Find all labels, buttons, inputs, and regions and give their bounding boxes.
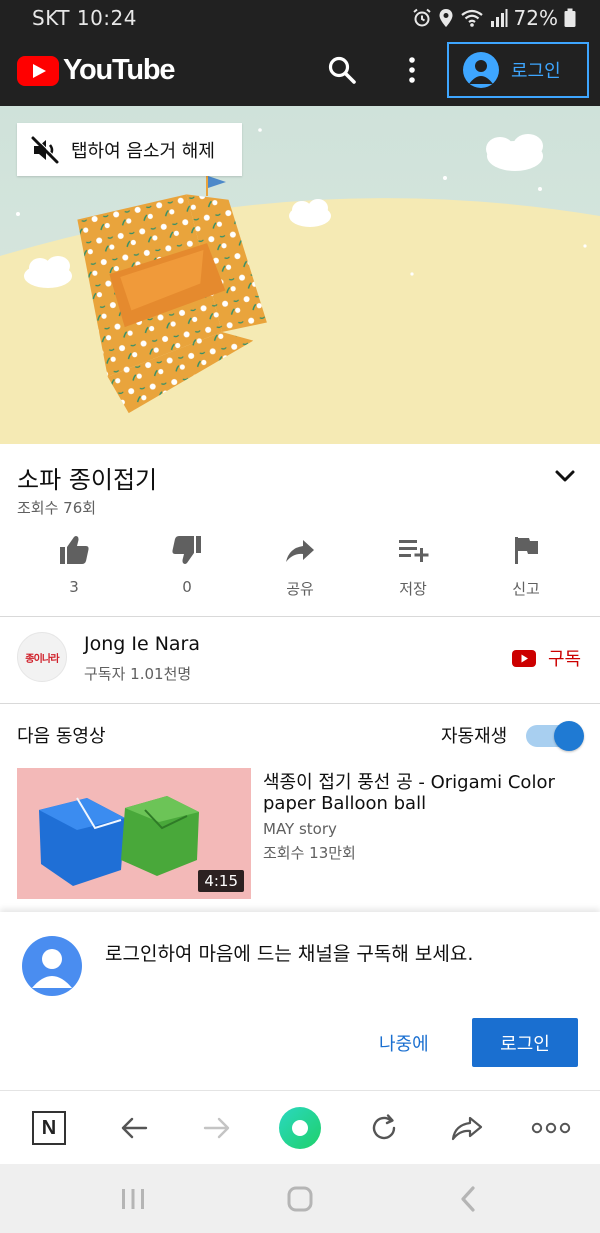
- back-button[interactable]: [116, 1110, 152, 1146]
- up-next-heading: 다음 동영상: [17, 726, 106, 747]
- tap-to-unmute-button[interactable]: 탭하여 음소거 해제: [17, 123, 242, 176]
- header-login-button[interactable]: 로그인: [447, 42, 589, 98]
- video-title: 소파 종이접기: [17, 466, 158, 494]
- next-video-channel: MAY story: [263, 820, 337, 838]
- channel-avatar[interactable]: 종이나라: [17, 632, 67, 682]
- next-video-thumbnail[interactable]: 4:15: [17, 768, 251, 899]
- status-bar: SKT 10:24 72%: [0, 0, 600, 36]
- more-options-button[interactable]: [400, 54, 424, 86]
- youtube-logo[interactable]: YouTube: [17, 54, 176, 87]
- android-navigation-bar: [0, 1164, 600, 1233]
- subscriber-count: 구독자 1.01천명: [84, 665, 192, 683]
- view-count: 조회수 76회: [17, 499, 97, 517]
- signin-message: 로그인하여 마음에 드는 채널을 구독해 보세요.: [105, 943, 474, 965]
- youtube-logo-text: YouTube: [63, 54, 176, 86]
- battery-percent: 72%: [513, 6, 558, 30]
- flag-icon: [515, 537, 538, 564]
- back-arrow-icon: [121, 1117, 148, 1139]
- thumb-down-icon: [172, 536, 201, 564]
- signin-prompt: 로그인하여 마음에 드는 채널을 구독해 보세요. 나중에 로그인: [0, 912, 600, 1090]
- recent-apps-icon: [122, 1189, 144, 1209]
- carrier-name: SKT: [32, 6, 70, 30]
- green-dot-icon: [279, 1107, 321, 1149]
- back-icon: [461, 1186, 475, 1212]
- search-button[interactable]: [326, 54, 358, 86]
- wifi-icon: [460, 9, 483, 27]
- status-icons: 72%: [412, 6, 576, 30]
- naver-home-button[interactable]: N: [31, 1110, 67, 1146]
- subscribe-button[interactable]: 구독: [512, 645, 581, 671]
- browser-toolbar: N: [0, 1090, 600, 1164]
- more-menu-button[interactable]: [531, 1110, 571, 1146]
- account-icon: [22, 936, 82, 996]
- more-vert-icon: [409, 57, 415, 83]
- next-video-views: 조회수 13만회: [263, 844, 356, 862]
- divider: [0, 616, 600, 617]
- location-icon: [439, 9, 453, 27]
- home-button[interactable]: [280, 1184, 320, 1214]
- like-button[interactable]: 3: [17, 532, 131, 596]
- next-video-title-line1[interactable]: 색종이 접기 풍선 공 - Origami Color: [263, 768, 555, 794]
- search-icon: [328, 56, 356, 84]
- battery-icon: [564, 8, 576, 27]
- save-button[interactable]: 저장: [356, 532, 470, 599]
- video-player[interactable]: 탭하여 음소거 해제: [0, 106, 600, 444]
- share-page-button[interactable]: [449, 1110, 485, 1146]
- naver-n-icon: N: [32, 1111, 66, 1145]
- report-label: 신고: [512, 580, 540, 598]
- chevron-down-icon[interactable]: [554, 468, 576, 484]
- green-dot-button[interactable]: [278, 1106, 322, 1150]
- report-button[interactable]: 신고: [469, 532, 583, 599]
- recent-apps-button[interactable]: [113, 1184, 153, 1214]
- youtube-header: YouTube 로그인: [0, 36, 600, 106]
- playlist-add-icon: [399, 540, 429, 562]
- later-button[interactable]: 나중에: [379, 1030, 429, 1056]
- toggle-thumb: [554, 721, 584, 751]
- share-icon: [286, 540, 314, 562]
- autoplay-toggle[interactable]: [524, 721, 584, 751]
- save-label: 저장: [399, 580, 427, 598]
- channel-avatar-logo: 종이나라: [25, 653, 59, 665]
- like-count: 3: [69, 578, 79, 596]
- share-button[interactable]: 공유: [243, 532, 357, 599]
- thumb-up-icon: [60, 536, 89, 564]
- share-arrow-icon: [451, 1116, 483, 1141]
- subscribe-label: 구독: [548, 649, 582, 670]
- channel-name[interactable]: Jong Ie Nara: [84, 633, 200, 655]
- signal-icon: [490, 9, 508, 27]
- volume-off-icon: [31, 135, 59, 163]
- divider: [0, 703, 600, 704]
- status-carrier: SKT 10:24: [32, 6, 137, 30]
- back-nav-button[interactable]: [448, 1184, 488, 1214]
- reload-icon: [372, 1114, 396, 1140]
- signin-login-button[interactable]: 로그인: [472, 1018, 578, 1067]
- forward-arrow-icon: [203, 1117, 230, 1139]
- account-icon: [463, 52, 499, 88]
- reload-button[interactable]: [366, 1110, 402, 1146]
- autoplay-label: 자동재생: [441, 726, 508, 747]
- dislike-button[interactable]: 0: [130, 532, 244, 596]
- video-duration: 4:15: [198, 870, 244, 892]
- next-video-title-line2[interactable]: paper Balloon ball: [263, 793, 426, 814]
- home-icon: [287, 1186, 313, 1212]
- status-time: 10:24: [76, 6, 137, 30]
- forward-button[interactable]: [199, 1110, 235, 1146]
- video-actions-bar: 3 0 공유 저장 신고: [0, 532, 600, 612]
- unmute-label: 탭하여 음소거 해제: [71, 140, 215, 162]
- header-login-label: 로그인: [511, 61, 561, 82]
- youtube-play-icon: [17, 55, 59, 86]
- dislike-count: 0: [182, 578, 192, 596]
- youtube-subscribe-icon: [512, 649, 536, 667]
- share-label: 공유: [286, 580, 314, 598]
- alarm-icon: [412, 8, 431, 27]
- more-horiz-icon: [531, 1122, 571, 1134]
